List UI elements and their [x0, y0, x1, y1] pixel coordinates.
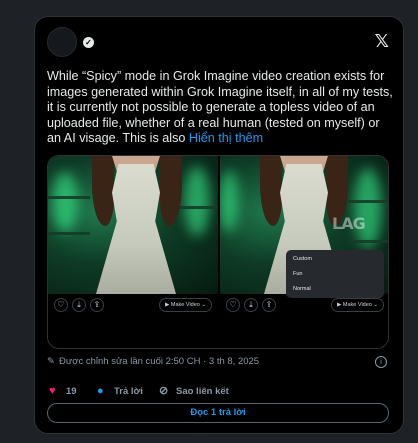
x-logo-icon[interactable]: 𝕏: [374, 31, 389, 52]
avatar[interactable]: [47, 27, 77, 57]
copy-link-button[interactable]: ⊘ Sao liên kết: [159, 383, 229, 399]
share-icon[interactable]: ⇪: [90, 298, 104, 312]
hair: [260, 156, 282, 226]
background-glow: [52, 172, 78, 232]
share-icon[interactable]: ⇪: [262, 298, 276, 312]
media-controls-left: ♡ ⤓ ⇪ ▶ Make Video ⌄: [48, 296, 218, 318]
menu-item-normal[interactable]: Normal: [286, 282, 384, 297]
hair: [160, 156, 182, 226]
show-more-link[interactable]: Hiển thị thêm: [189, 131, 263, 145]
action-bar: ♥ 19 ● Trả lời ⊘ Sao liên kết: [47, 383, 393, 399]
menu-item-fun[interactable]: Fun: [286, 267, 384, 282]
edited-label: Được chỉnh sửa lần cuối 2:50 CH · 3 th 8…: [59, 356, 260, 367]
background-glow: [220, 170, 238, 232]
video-mode-menu: Custom Fun Normal: [286, 250, 384, 298]
verified-badge-icon: ✓: [83, 37, 94, 48]
bookshelf: [178, 206, 218, 209]
background-glow: [354, 168, 382, 248]
read-replies-button[interactable]: Đọc 1 trả lời: [47, 403, 389, 423]
pencil-icon: ✎: [47, 356, 55, 367]
watermark-logo: LAG: [332, 214, 366, 233]
media-grid[interactable]: ♡ ⤓ ⇪ ▶ Make Video ⌄ LAG Custom Fun Norm…: [47, 155, 389, 349]
bookshelf: [48, 196, 90, 199]
like-button[interactable]: ♥ 19: [49, 383, 77, 399]
media-panel-left[interactable]: ♡ ⤓ ⇪ ▶ Make Video ⌄: [48, 156, 218, 348]
reply-button[interactable]: ● Trả lời: [97, 383, 143, 399]
download-icon[interactable]: ⤓: [244, 298, 258, 312]
media-controls-right: ♡ ⤓ ⇪ ▶ Make Video ⌄: [220, 296, 388, 318]
background-glow: [184, 166, 210, 236]
bookshelf: [48, 232, 90, 235]
media-image-left[interactable]: [48, 156, 218, 294]
like-count: 19: [66, 386, 77, 397]
info-icon[interactable]: i: [375, 356, 387, 368]
menu-item-custom[interactable]: Custom: [286, 252, 384, 267]
reply-bubble-icon: ●: [97, 385, 104, 397]
bookshelf: [348, 200, 388, 203]
chevron-down-icon: ⌄: [371, 302, 378, 308]
tweet-card: ✓ 𝕏 While “Spicy” mode in Grok Imagine v…: [34, 16, 404, 434]
edited-timestamp[interactable]: ✎ Được chỉnh sửa lần cuối 2:50 CH · 3 th …: [47, 355, 393, 369]
heart-small-icon[interactable]: ♡: [226, 298, 240, 312]
tweet-text: While “Spicy” mode in Grok Imagine video…: [47, 69, 393, 147]
bookshelf: [348, 240, 388, 243]
make-video-button[interactable]: ▶ Make Video ⌄: [159, 298, 212, 312]
make-video-button[interactable]: ▶ Make Video ⌄: [331, 298, 384, 312]
reply-label: Trả lời: [114, 386, 143, 397]
copy-link-label: Sao liên kết: [176, 386, 229, 397]
tweet-header: ✓ 𝕏: [47, 27, 391, 61]
download-icon[interactable]: ⤓: [72, 298, 86, 312]
link-icon: ⊘: [159, 385, 169, 397]
make-video-label: Make Video: [342, 302, 372, 308]
heart-icon: ♥: [49, 385, 56, 397]
media-panel-right[interactable]: LAG Custom Fun Normal ♡ ⤓ ⇪ ▶ Make Video…: [220, 156, 388, 348]
hair: [92, 156, 114, 226]
make-video-label: Make Video: [170, 302, 200, 308]
chevron-down-icon: ⌄: [199, 302, 206, 308]
heart-small-icon[interactable]: ♡: [54, 298, 68, 312]
